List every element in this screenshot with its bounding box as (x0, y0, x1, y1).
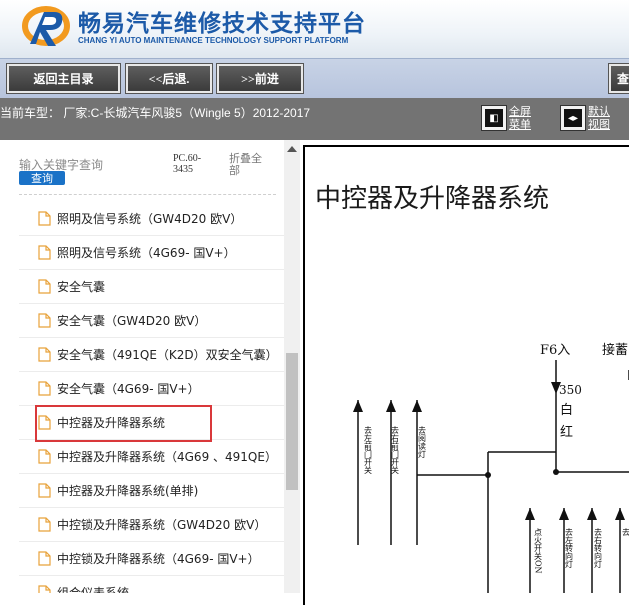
tree-item-label: 安全气囊（491QE（K2D）双安全气囊） (57, 346, 278, 363)
fullscreen-menu-button[interactable]: ◧ (481, 105, 507, 131)
document-icon (38, 585, 51, 593)
sidebar-scrollbar[interactable] (284, 140, 300, 593)
tree-item[interactable]: 中控锁及升降器系统（4G69- 国V+） (19, 542, 285, 576)
current-model-text: 当前车型： 厂家:C-长城汽车风骏5（Wingle 5）2012-2017 (0, 104, 310, 121)
fullscreen-menu-link[interactable]: 全屏菜单 (509, 106, 535, 132)
tree-item-label: 安全气囊（GW4D20 欧V） (57, 312, 206, 329)
tree-item-label: 中控锁及升降器系统（4G69- 国V+） (57, 550, 260, 567)
connect-label: 接蓄电 (602, 342, 629, 358)
toolbar: 返回主目录 <<后退. >>前进 查 (0, 58, 629, 98)
back-button[interactable]: <<后退. (126, 64, 212, 93)
document-icon (38, 347, 51, 362)
brand-title: 畅易汽车维修技术支持平台 (78, 4, 366, 38)
tree-item-label: 安全气囊 (57, 278, 105, 295)
document-icon (38, 483, 51, 498)
tree-item[interactable]: 安全气囊 (19, 270, 285, 304)
collapse-all-button[interactable]: 折叠全部 (229, 153, 269, 177)
label-right-turn: 去右转向灯 (594, 527, 603, 569)
divider (19, 194, 276, 195)
label-right-door: 去右前门开关 (391, 425, 400, 475)
sidebar: 输入关键字查询 查询 PC.60-3435 折叠全部 照明及信号系统（GW4D2… (0, 140, 300, 593)
label-left-door: 去左前门开关 (364, 425, 373, 475)
scroll-up-arrow-icon[interactable] (287, 146, 297, 152)
tree-item-label: 中控锁及升降器系统（GW4D20 欧V） (57, 516, 266, 533)
model-bar: 当前车型： 厂家:C-长城汽车风骏5（Wingle 5）2012-2017 ◧ … (0, 98, 629, 140)
label-ignition: 点火开关ON (534, 528, 543, 574)
document-icon (38, 517, 51, 532)
tree-item[interactable]: 安全气囊（GW4D20 欧V） (19, 304, 285, 338)
document-icon (38, 211, 51, 226)
tree-item-label: 中控器及升降器系统(单排) (57, 482, 198, 499)
scrollbar-thumb[interactable] (286, 353, 298, 490)
search-button[interactable]: 查询 (19, 171, 65, 185)
label-reading-lamp: 去阅读灯 (418, 425, 427, 459)
forward-button[interactable]: >>前进 (217, 64, 303, 93)
document-icon (38, 279, 51, 294)
home-button[interactable]: 返回主目录 (7, 64, 120, 93)
app-header: 畅易汽车维修技术支持平台 CHANG YI AUTO MAINTENANCE T… (0, 0, 629, 58)
default-view-icon: ◂▸ (564, 109, 582, 127)
fuse-label: F6入 (540, 343, 570, 358)
tree-item[interactable]: 中控器及升降器系统(单排) (19, 474, 285, 508)
fullscreen-icon: ◧ (485, 109, 503, 127)
tree-item-label: 组合仪表系统 (57, 584, 129, 593)
tree-item-label: 照明及信号系统（4G69- 国V+） (57, 244, 236, 261)
wiring-diagram: F6入 接蓄电 350 白 红 去左前门开关 去右前门开关 去阅读灯 (302, 330, 629, 593)
wire-color-2: 红 (560, 424, 573, 440)
label-other: 去 (622, 527, 629, 537)
document-view: 中控器及升降器系统 F6入 接蓄电 350 白 红 去左前门开关 去右前门开关 … (302, 140, 629, 593)
document-icon (38, 381, 51, 396)
tree-item[interactable]: 照明及信号系统（GW4D20 欧V） (19, 202, 285, 236)
tree-item-label: 照明及信号系统（GW4D20 欧V） (57, 210, 242, 227)
tree-item[interactable]: 安全气囊（491QE（K2D）双安全气囊） (19, 338, 285, 372)
wire-color-1: 白 (560, 402, 573, 418)
tree-item[interactable]: 安全气囊（4G69- 国V+） (19, 372, 285, 406)
selection-highlight (35, 405, 212, 442)
brand-subtitle: CHANG YI AUTO MAINTENANCE TECHNOLOGY SUP… (78, 36, 348, 45)
document-icon (38, 313, 51, 328)
document-title: 中控器及升降器系统 (315, 178, 549, 215)
tree-item-label: 安全气囊（4G69- 国V+） (57, 380, 200, 397)
tree-list: 照明及信号系统（GW4D20 欧V） 照明及信号系统（4G69- 国V+） 安全… (19, 202, 285, 593)
search-toolbar-button[interactable]: 查 (609, 64, 629, 93)
wire-number: 350 (559, 383, 582, 397)
document-code: PC.60-3435 (173, 153, 217, 175)
default-view-button[interactable]: ◂▸ (560, 105, 586, 131)
document-icon (38, 245, 51, 260)
tree-item[interactable]: 中控锁及升降器系统（GW4D20 欧V） (19, 508, 285, 542)
tree-item[interactable]: 组合仪表系统 (19, 576, 285, 593)
tree-item[interactable]: 中控器及升降器系统（4G69 、491QE） (19, 440, 285, 474)
document-icon (38, 551, 51, 566)
logo-icon (22, 4, 72, 50)
label-left-turn: 去左转向灯 (565, 527, 574, 569)
document-icon (38, 449, 51, 464)
default-view-link[interactable]: 默认视图 (588, 106, 614, 132)
tree-item[interactable]: 照明及信号系统（4G69- 国V+） (19, 236, 285, 270)
tree-item-label: 中控器及升降器系统（4G69 、491QE） (57, 448, 277, 465)
